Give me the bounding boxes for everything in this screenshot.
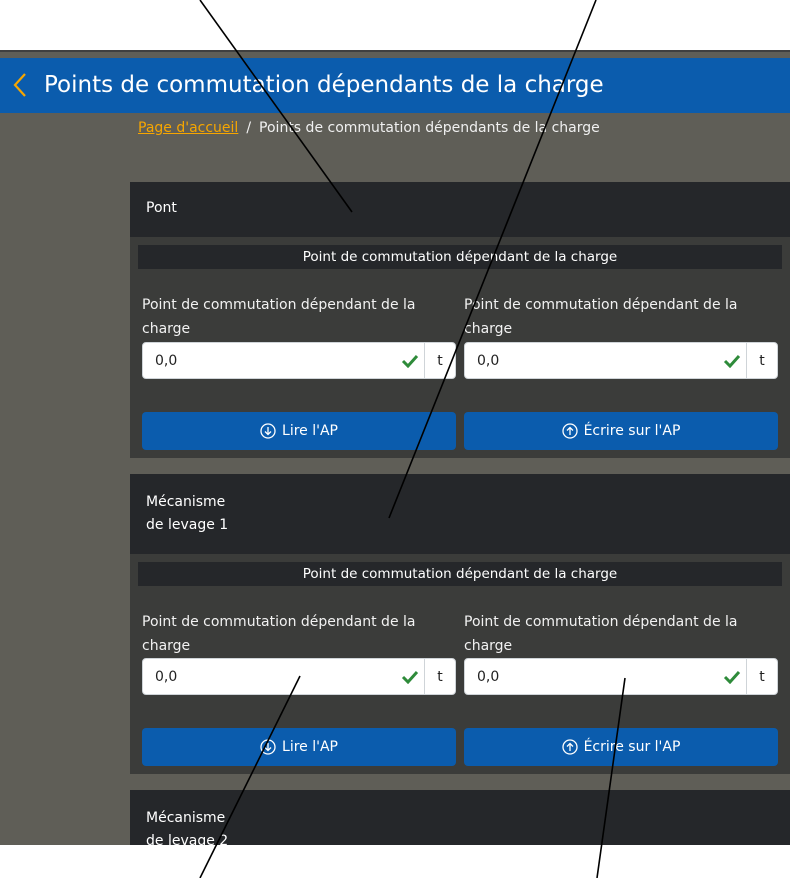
field-label-text: Point de commutation dépendant de la cha… xyxy=(142,297,416,337)
section-title-line: Mécanisme xyxy=(146,494,226,510)
subsection-header: Point de commutation dépendant de la cha… xyxy=(138,245,782,269)
breadcrumb: Page d'accueil / Points de commutation dép… xyxy=(138,120,600,136)
load-point-input-1[interactable] xyxy=(143,343,396,378)
section-title-line: de levage 2 xyxy=(146,833,229,845)
load-point-field-2: t xyxy=(464,342,778,379)
unit-label: t xyxy=(746,659,777,694)
write-plc-button[interactable]: Écrire sur l'AP xyxy=(464,728,778,766)
load-point-input-1[interactable] xyxy=(143,659,396,694)
section-header: Mécanisme de levage 2 xyxy=(130,790,790,845)
section-title: Mécanisme de levage 2 xyxy=(146,807,228,845)
chevron-left-icon xyxy=(13,73,26,97)
download-circle-icon xyxy=(260,739,276,755)
unit-label: t xyxy=(424,343,455,378)
read-plc-button[interactable]: Lire l'AP xyxy=(142,412,456,450)
read-plc-button[interactable]: Lire l'AP xyxy=(142,728,456,766)
unit-label: t xyxy=(424,659,455,694)
section-hoist-2: Mécanisme de levage 2 xyxy=(130,790,790,845)
load-point-field-2: t xyxy=(464,658,778,695)
check-icon xyxy=(718,659,746,694)
back-button[interactable] xyxy=(8,70,32,100)
section-pont: Pont Point de commutation dépendant de l… xyxy=(130,182,790,458)
top-strip xyxy=(0,50,790,52)
section-title: Pont xyxy=(146,200,177,216)
section-title-line: Mécanisme xyxy=(146,810,226,826)
section-body: Point de commutation dépendant de la cha… xyxy=(130,237,790,458)
section-header: Pont xyxy=(130,182,790,237)
check-icon xyxy=(718,343,746,378)
section-header: Mécanisme de levage 1 xyxy=(130,474,790,554)
section-title: Mécanisme de levage 1 xyxy=(146,491,228,537)
upload-circle-icon xyxy=(561,739,578,755)
field-label-text: Point de commutation dépendant de la cha… xyxy=(464,297,738,337)
section-body: Point de commutation dépendant de la cha… xyxy=(130,554,790,774)
check-icon xyxy=(396,659,424,694)
breadcrumb-home-link[interactable]: Page d'accueil xyxy=(138,120,238,136)
load-point-input-2[interactable] xyxy=(465,343,718,378)
section-hoist-1: Mécanisme de levage 1 Point de commutati… xyxy=(130,474,790,774)
write-plc-button[interactable]: Écrire sur l'AP xyxy=(464,412,778,450)
breadcrumb-current: Points de commutation dépendants de la c… xyxy=(259,120,600,136)
field-label-text: Point de commutation dépendant de la cha… xyxy=(142,614,416,654)
app-window: Points de commutation dépendants de la c… xyxy=(0,50,790,845)
section-title-line: de levage 1 xyxy=(146,517,229,533)
breadcrumb-separator: / xyxy=(246,120,252,136)
load-point-field-1: t xyxy=(142,342,456,379)
check-icon xyxy=(396,343,424,378)
load-point-field-1: t xyxy=(142,658,456,695)
read-plc-label: Lire l'AP xyxy=(282,739,338,755)
subsection-header: Point de commutation dépendant de la cha… xyxy=(138,562,782,586)
unit-label: t xyxy=(746,343,777,378)
load-point-input-2[interactable] xyxy=(465,659,718,694)
field-label-text: Point de commutation dépendant de la cha… xyxy=(464,614,738,654)
read-plc-label: Lire l'AP xyxy=(282,423,338,439)
download-circle-icon xyxy=(260,423,276,439)
header-bar: Points de commutation dépendants de la c… xyxy=(0,58,790,113)
write-plc-label: Écrire sur l'AP xyxy=(583,739,681,755)
page-title: Points de commutation dépendants de la c… xyxy=(44,72,604,98)
write-plc-label: Écrire sur l'AP xyxy=(583,423,681,439)
upload-circle-icon xyxy=(561,423,578,439)
